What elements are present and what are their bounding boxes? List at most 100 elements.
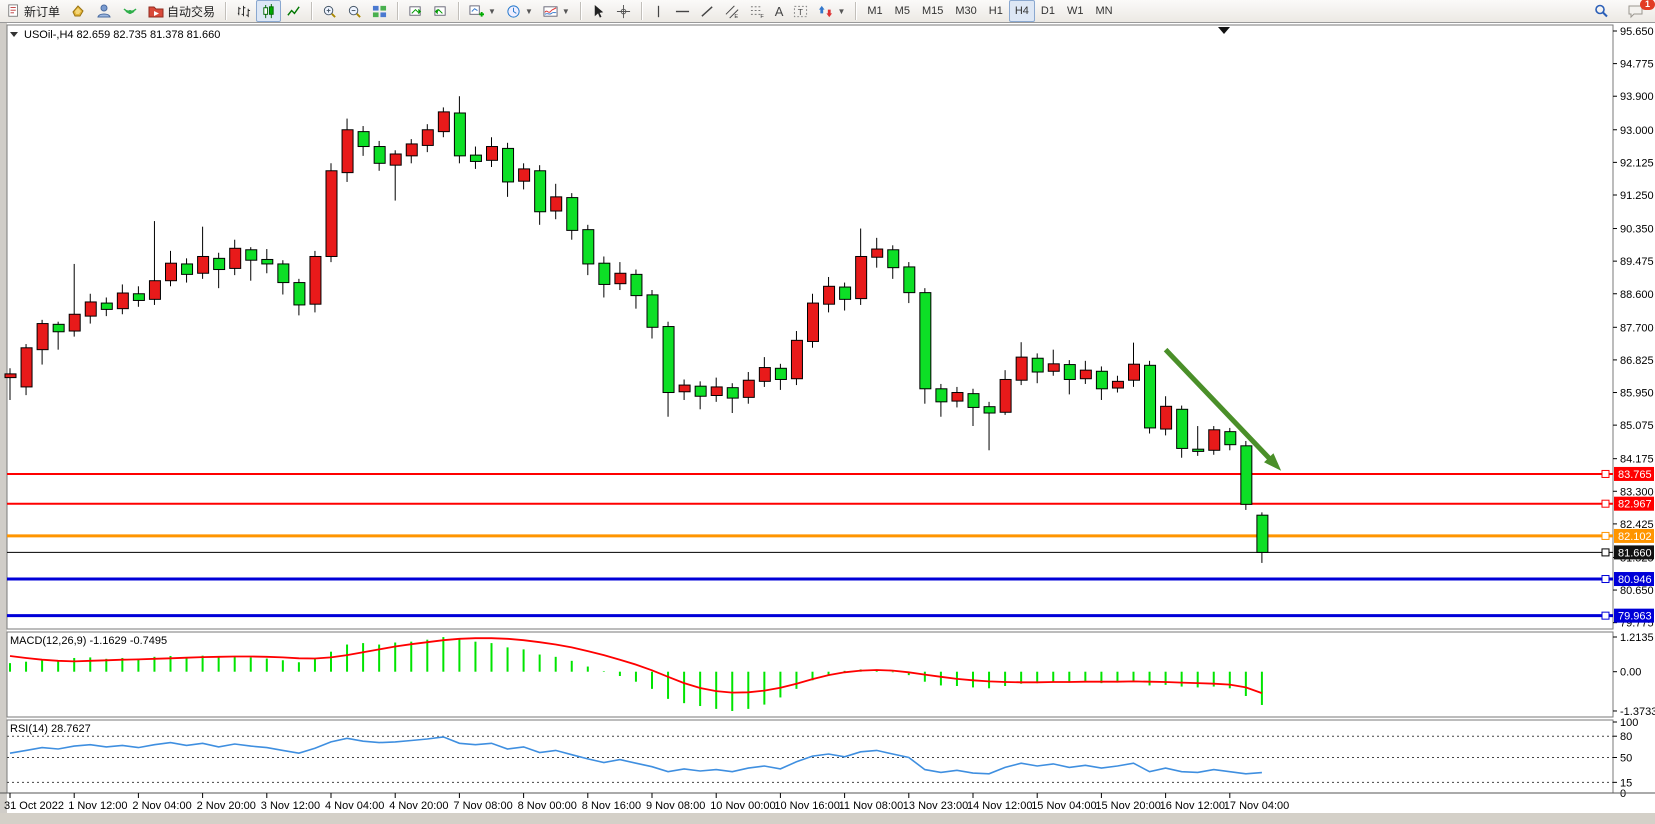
chart-shift-icon (433, 4, 448, 19)
vertical-line-tool-button[interactable] (647, 0, 670, 22)
deposit-button[interactable] (65, 0, 91, 22)
bar-chart-button[interactable] (231, 0, 256, 22)
chart-window[interactable]: 95.65094.77593.90093.00092.12591.25090.3… (0, 23, 1655, 824)
svg-text:1 Nov 12:00: 1 Nov 12:00 (68, 800, 127, 812)
svg-text:15 Nov 04:00: 15 Nov 04:00 (1031, 800, 1096, 812)
svg-text:8 Nov 00:00: 8 Nov 00:00 (518, 800, 577, 812)
trendline-icon (700, 4, 715, 19)
timeframe-button-M1[interactable]: M1 (861, 0, 888, 22)
svg-text:81.660: 81.660 (1618, 547, 1652, 559)
svg-text:2 Nov 20:00: 2 Nov 20:00 (197, 800, 256, 812)
community-person-icon (96, 3, 112, 19)
svg-text:85.950: 85.950 (1620, 388, 1654, 400)
text-tool-button[interactable]: A (770, 0, 789, 22)
text-label-tool-button[interactable]: T (788, 0, 813, 22)
timeframe-button-MN[interactable]: MN (1089, 0, 1118, 22)
svg-text:T: T (798, 6, 803, 16)
line-chart-button[interactable] (281, 0, 306, 22)
clock-icon (506, 4, 521, 19)
timeframe-button-W1[interactable]: W1 (1061, 0, 1090, 22)
cursor-icon (591, 4, 606, 19)
svg-text:4 Nov 04:00: 4 Nov 04:00 (325, 800, 384, 812)
search-button[interactable] (1588, 0, 1614, 22)
svg-text:95.650: 95.650 (1620, 26, 1654, 38)
svg-text:79.963: 79.963 (1618, 611, 1652, 623)
svg-text:87.700: 87.700 (1620, 322, 1654, 334)
zoom-in-button[interactable] (317, 0, 342, 22)
cursor-tool-button[interactable] (586, 0, 611, 22)
svg-text:89.475: 89.475 (1620, 256, 1654, 268)
arrange-charts-icon (408, 4, 423, 19)
new-order-icon (7, 4, 21, 18)
timeframe-button-D1[interactable]: D1 (1035, 0, 1061, 22)
chat-button[interactable]: 1 (1622, 0, 1649, 22)
timeframe-button-M30[interactable]: M30 (949, 0, 982, 22)
chart-background (0, 23, 1655, 824)
crosshair-tool-button[interactable] (611, 0, 636, 22)
templates-icon (543, 4, 558, 19)
signals-button[interactable] (117, 0, 143, 22)
tile-windows-button[interactable] (367, 0, 392, 22)
templates-button[interactable]: ▼ (538, 0, 575, 22)
svg-text:82.967: 82.967 (1618, 499, 1652, 511)
svg-text:14 Nov 12:00: 14 Nov 12:00 (967, 800, 1032, 812)
auto-trading-button[interactable]: 自动交易 (143, 0, 220, 22)
svg-text:86.825: 86.825 (1620, 355, 1654, 367)
periods-button[interactable]: ▼ (501, 0, 538, 22)
timeframe-button-M5[interactable]: M5 (889, 0, 916, 22)
timeframe-button-H1[interactable]: H1 (983, 0, 1009, 22)
svg-text:90.350: 90.350 (1620, 224, 1654, 236)
timeframe-button-H4[interactable]: H4 (1009, 0, 1035, 22)
svg-text:31 Oct 2022: 31 Oct 2022 (4, 800, 64, 812)
candlestick-chart-icon (261, 4, 276, 19)
new-order-label: 新订单 (24, 3, 60, 20)
main-toolbar: 新订单 自动交易 (0, 0, 1655, 23)
periods-dropdown-arrow[interactable]: ▼ (525, 7, 533, 16)
svg-text:93.900: 93.900 (1620, 91, 1654, 103)
add-indicator-button[interactable]: ▼ (464, 0, 501, 22)
svg-text:10 Nov 00:00: 10 Nov 00:00 (710, 800, 775, 812)
trendline-tool-button[interactable] (695, 0, 720, 22)
horizontal-line-icon (675, 4, 690, 19)
horizontal-line-tool-button[interactable] (670, 0, 695, 22)
arrows-dropdown-arrow[interactable]: ▼ (837, 7, 845, 16)
svg-text:91.250: 91.250 (1620, 190, 1654, 202)
equidistant-channel-tool-button[interactable]: E (720, 0, 745, 22)
candlestick-chart-button[interactable] (256, 0, 281, 22)
svg-text:F: F (760, 14, 764, 19)
arrange-charts-button[interactable] (403, 0, 428, 22)
chart-canvas[interactable]: 95.65094.77593.90093.00092.12591.25090.3… (0, 23, 1655, 824)
tile-windows-icon (372, 4, 387, 19)
svg-text:17 Nov 04:00: 17 Nov 04:00 (1224, 800, 1289, 812)
svg-text:83.300: 83.300 (1620, 486, 1654, 498)
chart-shift-button[interactable] (428, 0, 453, 22)
community-button[interactable] (91, 0, 117, 22)
fibonacci-tool-button[interactable]: F (745, 0, 770, 22)
line-chart-icon (286, 4, 301, 19)
zoom-out-icon (347, 4, 362, 19)
arrows-tool-button[interactable]: ▼ (813, 0, 850, 22)
svg-text:7 Nov 08:00: 7 Nov 08:00 (453, 800, 512, 812)
svg-text:100: 100 (1620, 717, 1638, 729)
svg-text:80: 80 (1620, 731, 1632, 743)
timeframe-group: M1M5M15M30H1H4D1W1MN (859, 0, 1120, 22)
macd-indicator-label: MACD(12,26,9) -1.1629 -0.7495 (10, 635, 167, 647)
svg-text:0.00: 0.00 (1620, 667, 1641, 679)
chat-unread-badge: 1 (1640, 0, 1655, 10)
auto-trading-status-icon (148, 3, 164, 19)
svg-text:8 Nov 16:00: 8 Nov 16:00 (582, 800, 641, 812)
vertical-line-icon (652, 4, 665, 19)
svg-text:82.102: 82.102 (1618, 531, 1652, 543)
crosshair-icon (616, 4, 631, 19)
new-order-button[interactable]: 新订单 (2, 0, 65, 22)
svg-text:11 Nov 08:00: 11 Nov 08:00 (839, 800, 904, 812)
svg-text:93.000: 93.000 (1620, 125, 1654, 137)
templates-dropdown-arrow[interactable]: ▼ (562, 7, 570, 16)
svg-text:10 Nov 16:00: 10 Nov 16:00 (774, 800, 839, 812)
timeframe-button-M15[interactable]: M15 (916, 0, 949, 22)
add-indicator-dropdown-arrow[interactable]: ▼ (488, 7, 496, 16)
svg-text:1.2135: 1.2135 (1620, 632, 1654, 644)
svg-text:4 Nov 20:00: 4 Nov 20:00 (389, 800, 448, 812)
text-label-icon: T (793, 4, 808, 19)
zoom-out-button[interactable] (342, 0, 367, 22)
